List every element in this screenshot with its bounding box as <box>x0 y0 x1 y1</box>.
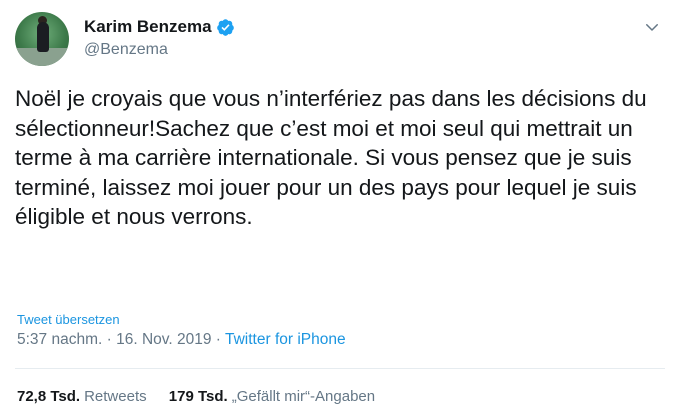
tweet-source-link[interactable]: Twitter for iPhone <box>225 331 346 348</box>
likes-stat[interactable]: 179 Tsd. „Gefällt mir“-Angaben <box>169 388 375 405</box>
retweets-stat[interactable]: 72,8 Tsd. Retweets <box>17 388 147 405</box>
translate-tweet-link[interactable]: Tweet übersetzen <box>17 312 120 327</box>
meta-separator: · <box>215 331 221 348</box>
tweet-card: Karim Benzema @Benzema Noël je croyais q… <box>0 0 680 418</box>
likes-count: 179 Tsd. <box>168 388 228 405</box>
display-name[interactable]: Karim Benzema <box>84 17 212 37</box>
meta-separator: · <box>106 331 112 348</box>
tweet-metadata: 5:37 nachm. · 16. Nov. 2019 · Twitter fo… <box>17 331 346 349</box>
tweet-stats: 72,8 Tsd. Retweets 179 Tsd. „Gefällt mir“-… <box>17 388 393 405</box>
retweets-label: Retweets <box>84 388 147 405</box>
avatar-person <box>37 22 49 52</box>
user-handle[interactable]: @Benzema <box>84 41 235 59</box>
user-names: Karim Benzema @Benzema <box>84 16 235 59</box>
tweet-date[interactable]: 16. Nov. 2019 <box>116 331 211 348</box>
avatar[interactable] <box>15 12 69 66</box>
tweet-text: Noël je croyais que vous n’interfériez p… <box>15 86 647 230</box>
verified-badge-icon <box>216 18 234 36</box>
likes-label: „Gefällt mir“-Angaben <box>231 388 376 405</box>
retweets-count: 72,8 Tsd. <box>17 388 81 405</box>
chevron-down-icon[interactable] <box>643 18 661 36</box>
divider <box>15 368 665 369</box>
tweet-time[interactable]: 5:37 nachm. <box>17 331 102 348</box>
name-line: Karim Benzema <box>84 16 235 38</box>
tweet-header: Karim Benzema @Benzema <box>15 12 665 68</box>
